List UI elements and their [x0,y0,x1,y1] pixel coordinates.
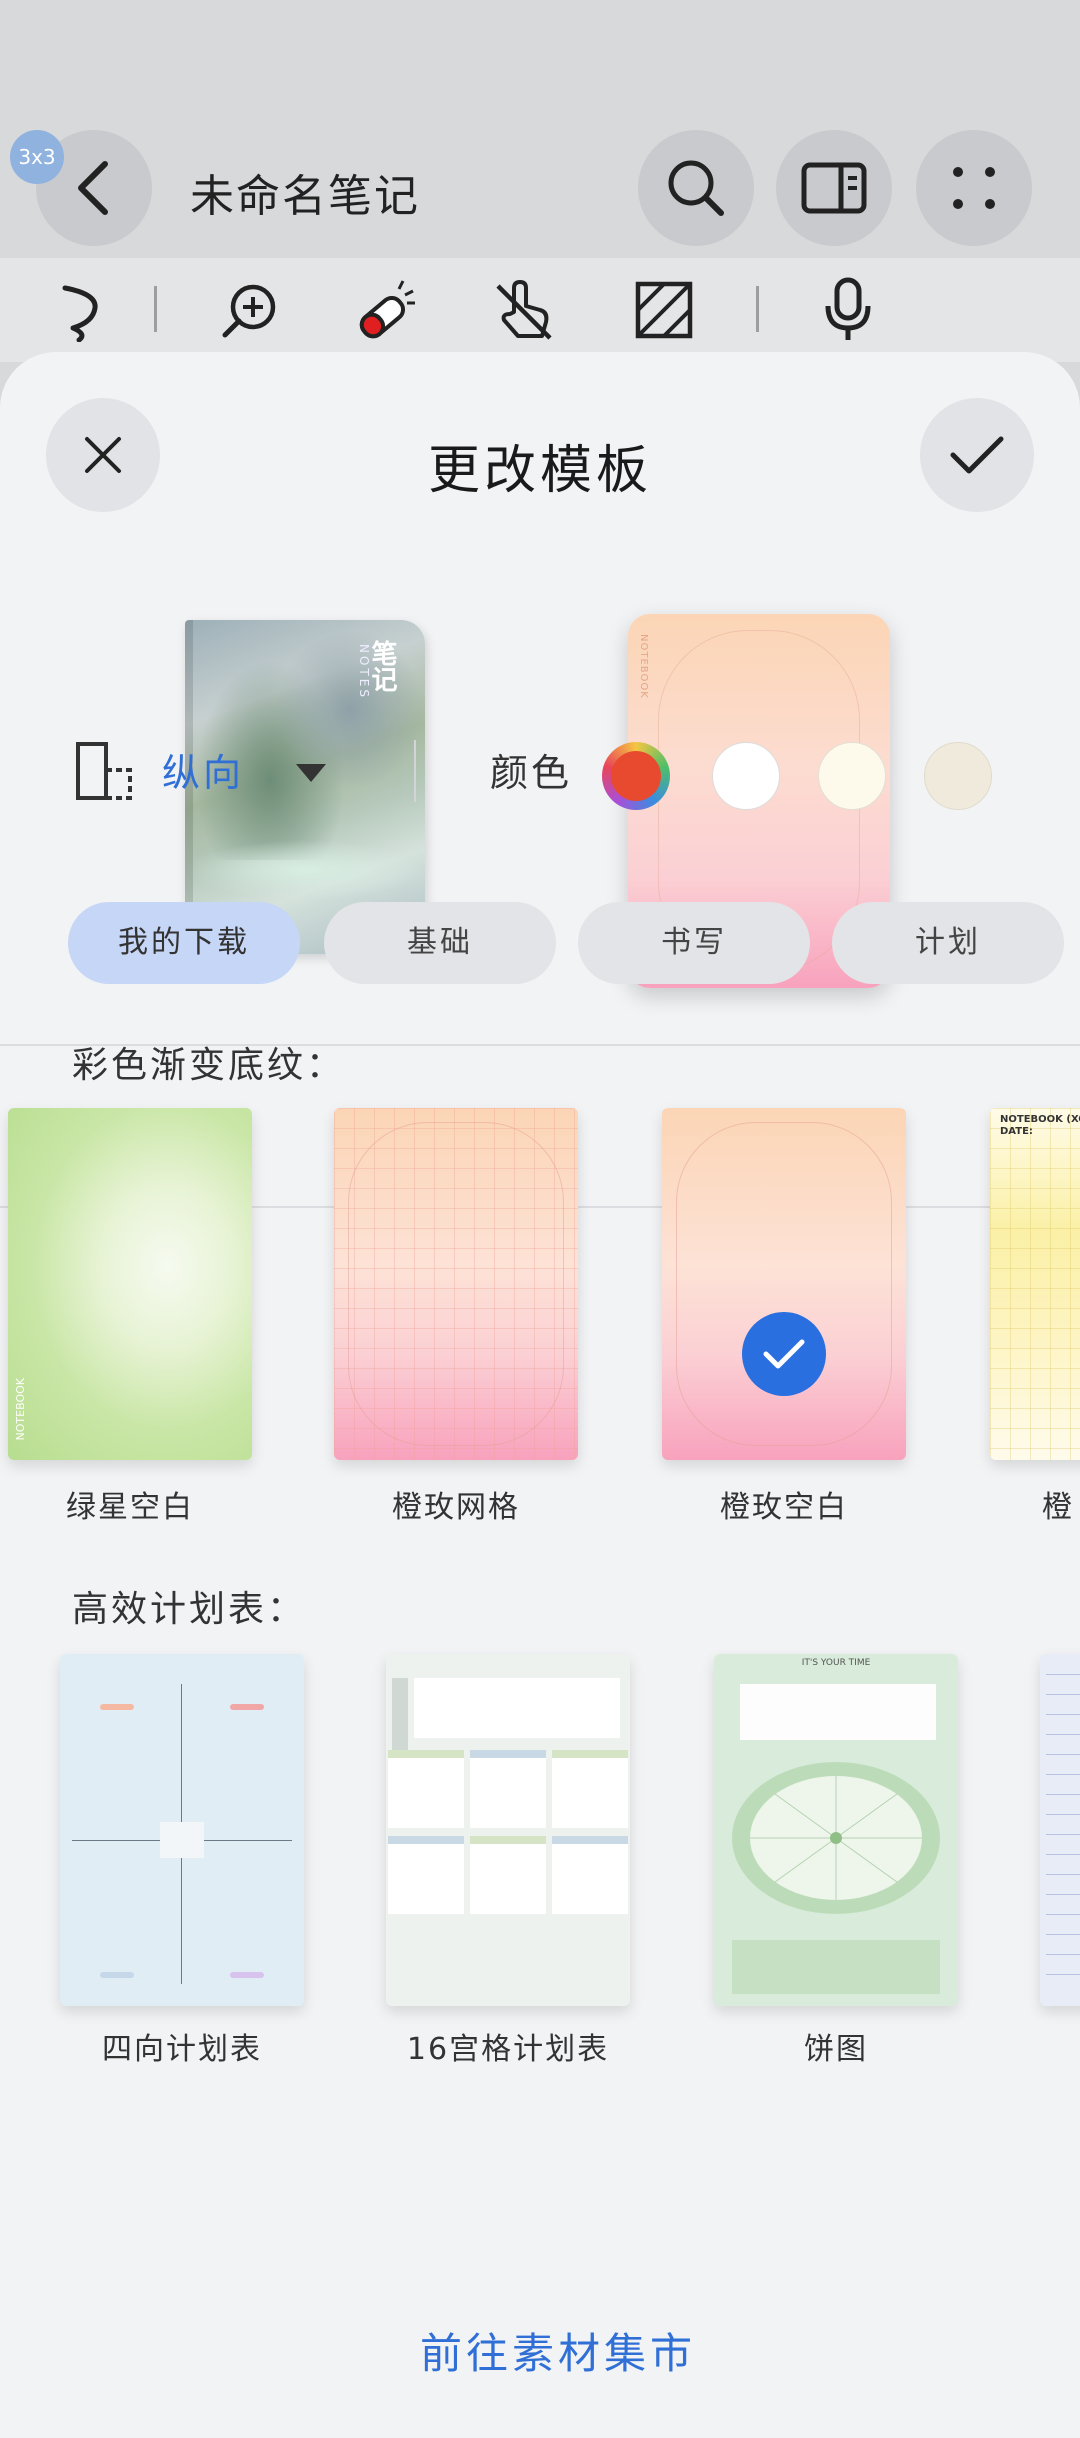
top-bar: 3x3 未命名笔记 [0,0,1080,258]
pie-header [740,1684,936,1740]
thumb-frame [348,1122,564,1446]
template-thumb[interactable]: NOTEBOOK (XO DATE: [990,1108,1080,1460]
color-swatch-beige[interactable] [924,742,992,810]
lasso-tool[interactable] [44,272,120,348]
tab-basic[interactable]: 基础 [324,902,556,984]
search-icon [668,160,724,216]
color-swatch-multicolor[interactable] [602,742,670,810]
quadrant-tag [100,1972,134,1978]
template-label: 橙玫空白 [720,1490,848,1525]
eraser-icon [359,280,415,339]
chevron-down-icon[interactable] [296,764,326,782]
color-swatch-white[interactable] [712,742,780,810]
template-thumb[interactable]: IT'S YOUR TIME [714,1654,958,2006]
search-button[interactable] [638,130,754,246]
check-icon [950,436,1004,474]
paper-watermark: NOTEBOOK [638,634,649,699]
thumb-date: DATE: [1000,1126,1033,1137]
template-thumb[interactable] [386,1654,630,2006]
section-title-gradient: 彩色渐变底纹： [72,1045,346,1086]
planner-cell [470,1750,546,1828]
zoom-in-icon [222,284,276,338]
more-button[interactable] [916,130,1032,246]
orientation-icon [76,742,132,800]
panel-toggle-button[interactable] [776,130,892,246]
shading-tool[interactable] [626,272,702,348]
orientation-select[interactable]: 纵向 [162,742,244,797]
thumb-frame [676,1122,892,1446]
planner-cell [552,1750,628,1828]
section-title-planner: 高效计划表： [72,1589,307,1630]
list-lines [1046,1674,1080,1986]
template-label: 绿星空白 [66,1490,194,1525]
divider [414,740,416,802]
cover-mist [185,840,425,900]
quadrant-tag [230,1972,264,1978]
material-market-link[interactable]: 前往素材集市 [408,2316,709,2385]
change-template-sheet: 更改模板 笔记 NOTES NOTEBOOK NOTEBOOK 纵向 颜色 我的… [0,352,1080,2438]
pie-footer [732,1940,940,1994]
thumb-text: IT'S YOUR TIME [801,1658,871,1668]
toolbar-divider [756,286,759,332]
template-thumb[interactable] [60,1654,304,2006]
template-label: 橙玫网格 [392,1490,520,1525]
lasso-icon [62,285,98,342]
sidebar-panel-icon [801,162,867,214]
template-thumb[interactable] [334,1108,578,1460]
thumb-text: NOTEBOOK [14,1377,27,1440]
template-thumb-selected[interactable] [662,1108,906,1460]
selected-check-badge [742,1312,826,1396]
tab-my-downloads[interactable]: 我的下载 [68,902,300,984]
pie-clock [732,1762,940,1914]
color-swatch-cream[interactable] [818,742,886,810]
layout-badge: 3x3 [10,130,64,184]
tab-writing[interactable]: 书写 [578,902,810,984]
center-box [160,1822,204,1858]
color-swatch-selected-core [611,751,661,801]
template-label: 饼图 [804,2032,868,2067]
microphone-icon [825,277,871,340]
cover-subtitle: NOTES [357,644,371,700]
more-dots-icon [953,167,995,209]
check-icon [763,1339,805,1369]
pen-toolbar [0,258,1080,362]
toolbar-divider [154,286,157,332]
planner-cell [552,1836,628,1914]
template-label: 16宫格计划表 [406,2032,610,2067]
eraser-tool[interactable] [346,272,422,348]
touch-draw-tool[interactable] [486,272,562,348]
planner-cell [388,1750,464,1828]
note-title[interactable]: 未命名笔记 [190,160,420,224]
thumb-grid [990,1108,1080,1460]
planner-cell [388,1836,464,1914]
planner-header [414,1678,620,1738]
thumb-text: NOTEBOOK (XO [1000,1114,1080,1125]
voice-tool[interactable] [810,272,886,348]
sheet-title: 更改模板 [427,441,652,501]
quadrant-tag [230,1704,264,1710]
hand-touch-icon [496,280,552,340]
zoom-tool[interactable] [212,272,288,348]
template-label: 四向计划表 [102,2032,262,2067]
chevron-left-icon [78,161,108,215]
confirm-button[interactable] [920,398,1034,512]
shading-icon [635,281,693,339]
tab-planning[interactable]: 计划 [832,902,1064,984]
quadrant-tag [100,1704,134,1710]
template-thumb[interactable] [1040,1654,1080,2006]
color-label: 颜色 [490,751,573,795]
template-label: 橙 [1042,1490,1074,1525]
planner-cell [470,1836,546,1914]
template-thumb[interactable]: NOTEBOOK [8,1108,252,1460]
